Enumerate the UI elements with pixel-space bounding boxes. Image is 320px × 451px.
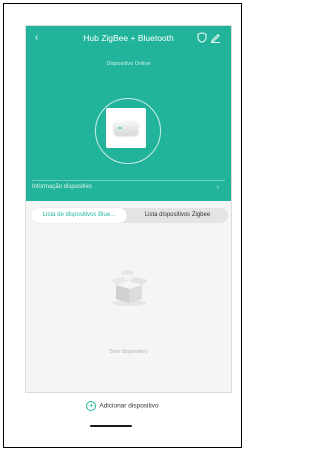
hub-led [118, 127, 122, 129]
chevron-right-icon: › [216, 184, 219, 191]
empty-state-text: Sem dispositivo [109, 349, 148, 355]
add-device-button[interactable]: + Adicionar dispositivo [0, 401, 245, 411]
device-info-label: Informação dispositivo [32, 184, 92, 190]
device-info-row[interactable]: Informação dispositivo › [32, 180, 225, 194]
app-screen: ‹ Hub ZigBee + Bluetooth Dispositivo Onl… [25, 25, 232, 393]
add-device-label: Adicionar dispositivo [99, 402, 159, 410]
tab-bluetooth-devices[interactable]: Lista de dispositivos Blue... [31, 208, 127, 223]
add-circle-icon: + [86, 401, 97, 411]
device-image [106, 108, 146, 148]
device-list-tabs: Lista de dispositivos Blue... Lista disp… [31, 208, 228, 223]
tab-zigbee-devices[interactable]: Lista dispositivos Zigbee [127, 208, 228, 223]
empty-box-icon [110, 269, 148, 306]
edit-icon[interactable] [210, 32, 221, 43]
device-list-sheet: Lista de dispositivos Blue... Lista disp… [26, 201, 231, 392]
device-status: Dispositivo Online [106, 61, 151, 67]
top-bar: ‹ Hub ZigBee + Bluetooth [26, 32, 231, 46]
home-indicator[interactable] [90, 425, 132, 427]
device-header-panel: ‹ Hub ZigBee + Bluetooth Dispositivo Onl… [26, 26, 231, 201]
shield-icon[interactable] [197, 32, 207, 43]
